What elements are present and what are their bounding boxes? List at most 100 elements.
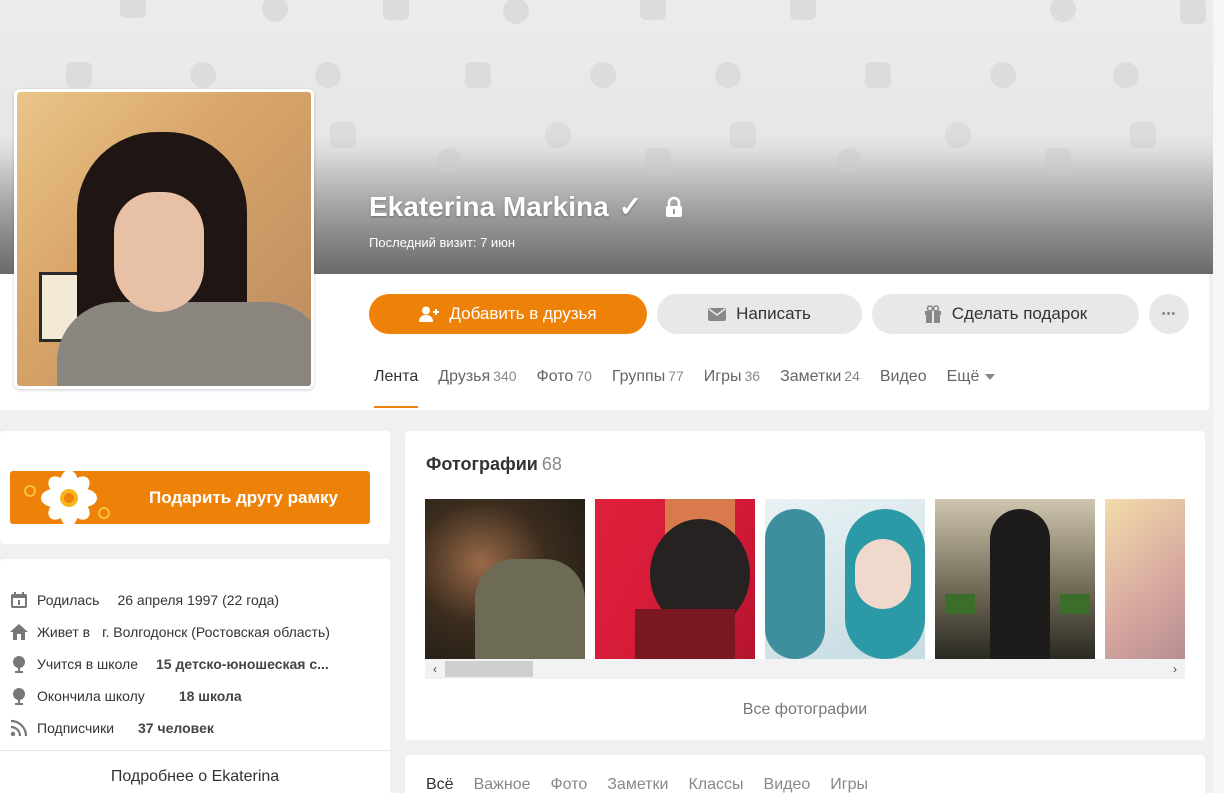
tab-groups[interactable]: Группы 77 bbox=[612, 368, 684, 386]
feed-tab-likes[interactable]: Классы bbox=[688, 776, 743, 793]
pattern-heart-icon bbox=[1113, 62, 1139, 88]
photo-thumbnail[interactable] bbox=[425, 499, 585, 659]
tab-count: 36 bbox=[744, 368, 761, 384]
info-value: 26 апреля 1997 (22 года) bbox=[117, 592, 280, 608]
pattern-heart-icon bbox=[715, 62, 741, 88]
photo-strip-scrollbar[interactable]: ‹ › bbox=[425, 659, 1185, 679]
pattern-heart-icon bbox=[1050, 0, 1076, 22]
tab-notes[interactable]: Заметки 24 bbox=[780, 368, 860, 386]
gift-frame-label: Подарить другу рамку bbox=[148, 487, 338, 507]
pattern-chat-icon bbox=[790, 0, 816, 20]
info-row-subscribers: Подписчики 37 человек bbox=[10, 719, 214, 737]
photos-title: Фотографии 68 bbox=[426, 454, 562, 475]
scroll-right-icon[interactable]: › bbox=[1167, 661, 1183, 677]
info-value[interactable]: 15 детско-юношеская с... bbox=[156, 656, 329, 672]
envelope-icon bbox=[708, 307, 727, 321]
feed-tab-all[interactable]: Всё bbox=[426, 776, 454, 793]
pattern-compass-icon bbox=[190, 62, 216, 88]
page-scrollbar[interactable] bbox=[1213, 0, 1224, 793]
pattern-like-icon bbox=[262, 0, 288, 22]
avatar[interactable] bbox=[14, 89, 314, 389]
pattern-smile-icon bbox=[66, 62, 92, 88]
tab-games[interactable]: Игры 36 bbox=[704, 368, 760, 386]
tab-more[interactable]: Ещё bbox=[947, 368, 996, 386]
message-label: Написать bbox=[736, 304, 811, 323]
feed-tab-notes[interactable]: Заметки bbox=[607, 776, 668, 793]
profile-page: Ekaterina Markina ✓ Последний визит: 7 и… bbox=[0, 0, 1224, 793]
pattern-smile-icon bbox=[465, 62, 491, 88]
photo-thumbnail[interactable] bbox=[765, 499, 925, 659]
photos-count: 68 bbox=[541, 454, 562, 474]
frame-promo-card: Подарить другу рамку bbox=[0, 431, 390, 544]
tab-photos[interactable]: Фото 70 bbox=[537, 368, 592, 386]
rss-icon bbox=[10, 719, 28, 737]
photo-thumbnail[interactable] bbox=[595, 499, 755, 659]
home-icon bbox=[10, 624, 28, 640]
tab-label: Группы bbox=[611, 368, 666, 385]
tab-label: Друзья bbox=[438, 368, 491, 385]
pattern-image-icon bbox=[120, 0, 146, 18]
info-value[interactable]: 37 человек bbox=[138, 720, 214, 736]
pattern-heart-icon bbox=[315, 62, 341, 88]
info-label: Подписчики bbox=[37, 720, 115, 736]
feed-filter-tabs: Всё Важное Фото Заметки Классы Видео Игр… bbox=[426, 776, 868, 793]
tab-friends[interactable]: Друзья 340 bbox=[438, 368, 516, 386]
more-dots-icon: ••• bbox=[1161, 308, 1177, 320]
add-friend-label: Добавить в друзья bbox=[449, 304, 597, 323]
photo-thumbnail[interactable] bbox=[935, 499, 1095, 659]
profile-tabs: Лента Друзья 340 Фото 70 Группы 77 Игры 36 З… bbox=[374, 368, 996, 408]
info-row-school: Учится в школе 15 детско-юношеская с... bbox=[10, 655, 329, 673]
pattern-compass-icon bbox=[590, 62, 616, 88]
profile-name-text: Ekaterina Markina bbox=[369, 190, 609, 222]
tab-count: 77 bbox=[668, 368, 684, 384]
tab-label: Игры bbox=[703, 368, 742, 385]
info-label: Окончила школу bbox=[37, 688, 145, 704]
info-label: Родилась bbox=[37, 592, 100, 608]
more-about-link[interactable]: Подробнее о Ekaterina bbox=[0, 768, 390, 786]
photo-thumbnail[interactable] bbox=[1105, 499, 1185, 659]
tab-label: Ещё bbox=[946, 368, 980, 385]
gift-label: Сделать подарок bbox=[951, 304, 1088, 323]
pattern-image-icon bbox=[640, 0, 666, 20]
profile-name: Ekaterina Markina ✓ bbox=[369, 190, 684, 223]
school-icon bbox=[13, 688, 25, 705]
feed-tab-video[interactable]: Видео bbox=[764, 776, 811, 793]
info-row-city: Живет в г. Волгодонск (Ростовская област… bbox=[10, 623, 330, 641]
tab-video[interactable]: Видео bbox=[880, 368, 927, 386]
pattern-compass-icon bbox=[990, 62, 1016, 88]
info-row-graduated: Окончила школу 18 школа bbox=[10, 687, 242, 705]
gift-button[interactable]: Сделать подарок bbox=[872, 294, 1139, 334]
info-label: Учится в школе bbox=[37, 656, 139, 672]
add-friend-button[interactable]: Добавить в друзья bbox=[369, 294, 647, 334]
tab-label: Лента bbox=[374, 368, 419, 385]
pattern-chat-icon bbox=[383, 0, 409, 20]
photo-strip bbox=[425, 499, 1185, 659]
all-photos-link[interactable]: Все фотографии bbox=[405, 701, 1205, 719]
pattern-heart-icon bbox=[503, 0, 529, 24]
gift-frame-button[interactable]: Подарить другу рамку bbox=[10, 471, 370, 524]
tab-feed[interactable]: Лента bbox=[374, 368, 419, 408]
message-button[interactable]: Написать bbox=[657, 294, 862, 334]
profile-info-card: Родилась 26 апреля 1997 (22 года) Живет … bbox=[0, 559, 390, 793]
info-value[interactable]: г. Волгодонск (Ростовская область) bbox=[102, 624, 330, 640]
add-user-icon bbox=[419, 306, 440, 322]
feed-tab-photo[interactable]: Фото bbox=[550, 776, 587, 793]
pattern-smile-icon bbox=[865, 62, 891, 88]
avatar-photo-detail bbox=[114, 192, 204, 312]
lock-icon bbox=[666, 196, 683, 217]
avatar-photo-detail bbox=[57, 302, 311, 386]
calendar-icon bbox=[11, 592, 27, 608]
info-value[interactable]: 18 школа bbox=[179, 688, 242, 704]
feed-filter-card: Всё Важное Фото Заметки Классы Видео Игр… bbox=[405, 755, 1205, 793]
more-actions-button[interactable]: ••• bbox=[1149, 294, 1189, 334]
divider bbox=[0, 750, 390, 751]
feed-tab-games[interactable]: Игры bbox=[830, 776, 868, 793]
photos-card: Фотографии 68 ‹ › Все фотографии bbox=[405, 431, 1205, 740]
tab-count: 340 bbox=[493, 368, 517, 384]
scroll-left-icon[interactable]: ‹ bbox=[427, 661, 443, 677]
scrollbar-thumb[interactable] bbox=[445, 661, 533, 677]
gift-icon bbox=[924, 305, 941, 323]
tab-count: 24 bbox=[844, 368, 860, 384]
photos-title-text: Фотографии bbox=[426, 454, 538, 474]
feed-tab-important[interactable]: Важное bbox=[474, 776, 531, 793]
